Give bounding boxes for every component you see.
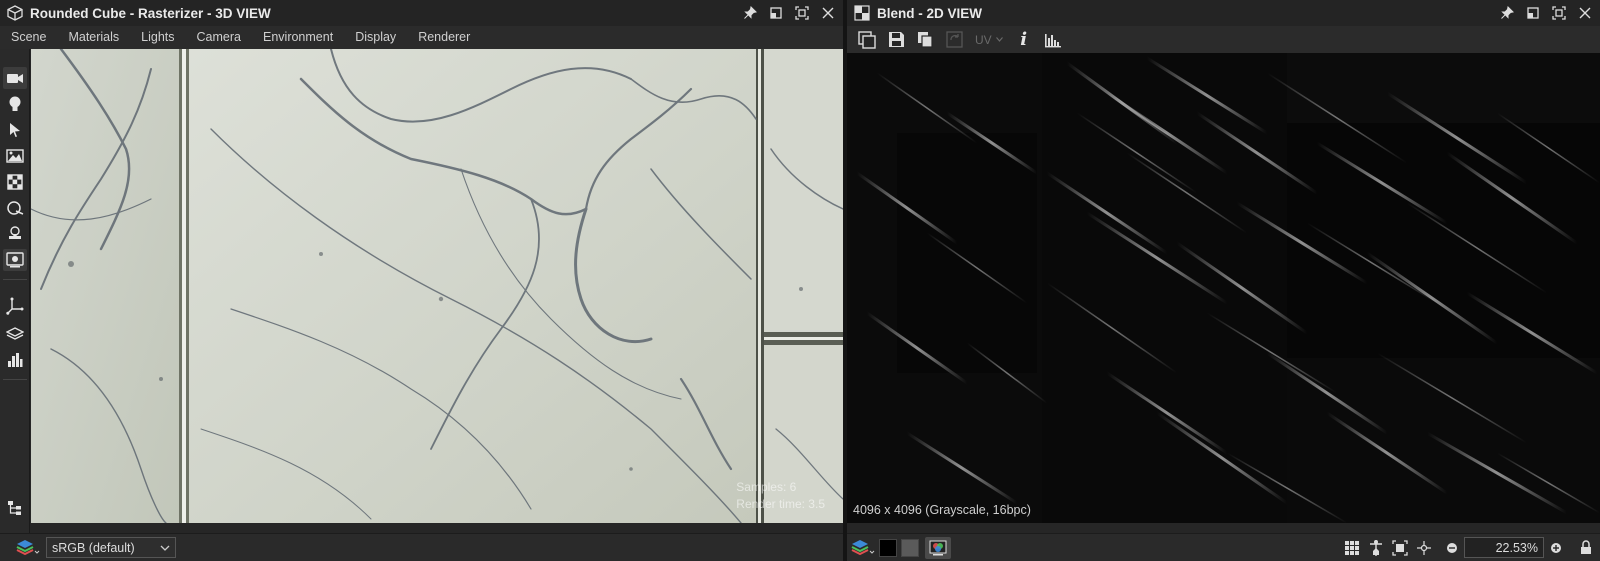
2d-view-titlebar[interactable]: Blend - 2D VIEW (847, 0, 1600, 26)
2d-view-toolbar: UV i (847, 26, 1600, 53)
restore-icon[interactable] (767, 4, 785, 22)
refresh-image-icon (942, 29, 966, 51)
checker-icon (854, 5, 870, 21)
gray-swatch[interactable] (901, 538, 919, 557)
menu-renderer[interactable]: Renderer (407, 26, 481, 49)
3d-view-statusbar: sRGB (default) (0, 533, 843, 561)
save-icon[interactable] (884, 29, 908, 51)
blend-texture-image (847, 53, 1600, 523)
menu-camera[interactable]: Camera (186, 26, 252, 49)
zoom-level-value: 22.53% (1495, 540, 1538, 555)
2d-viewport[interactable]: 4096 x 4096 (Grayscale, 16bpc) (847, 53, 1600, 523)
hierarchy-icon[interactable] (3, 497, 27, 519)
restore-icon[interactable] (1524, 4, 1542, 22)
image-info-text: 4096 x 4096 (Grayscale, 16bpc) (853, 503, 1031, 517)
maximize-icon[interactable] (1550, 4, 1568, 22)
select-arrow-icon[interactable] (3, 119, 27, 141)
layers-icon[interactable] (3, 323, 27, 345)
info-label: i (1020, 29, 1028, 50)
black-swatch[interactable] (879, 538, 897, 557)
material-sphere-icon[interactable] (3, 197, 27, 219)
fit-view-icon[interactable] (1388, 537, 1412, 559)
menu-environment[interactable]: Environment (252, 26, 344, 49)
axis-icon[interactable] (3, 295, 27, 317)
menu-materials[interactable]: Materials (57, 26, 130, 49)
color-channels-icon[interactable] (925, 536, 951, 559)
lock-icon[interactable] (1574, 537, 1598, 559)
layers-stack-icon[interactable] (16, 539, 40, 557)
chevron-down-icon (160, 545, 170, 551)
pin-icon[interactable] (741, 4, 759, 22)
camera-icon[interactable] (3, 67, 27, 89)
3d-view-title: Rounded Cube - Rasterizer - 3D VIEW (30, 5, 271, 21)
menu-display[interactable]: Display (344, 26, 407, 49)
zoom-level-field[interactable]: 22.53% (1464, 537, 1544, 558)
close-icon[interactable] (819, 4, 837, 22)
center-view-icon[interactable] (1412, 537, 1436, 559)
chevron-down-icon (995, 37, 1003, 42)
menu-scene[interactable]: Scene (0, 26, 57, 49)
info-icon[interactable]: i (1012, 29, 1036, 51)
toolbar-divider (3, 279, 27, 280)
cube-icon (7, 5, 23, 21)
render-time-text: Render time: 3.5 (736, 497, 825, 511)
3d-view-titlebar[interactable]: Rounded Cube - Rasterizer - 3D VIEW (0, 0, 843, 26)
pin-icon[interactable] (1498, 4, 1516, 22)
texture-icon[interactable] (3, 171, 27, 193)
zoom-out-icon[interactable] (1440, 537, 1464, 559)
zoom-in-icon[interactable] (1544, 537, 1568, 559)
toolbar-divider (3, 379, 27, 380)
2d-view-title: Blend - 2D VIEW (877, 5, 983, 21)
layers-stack-icon[interactable] (851, 539, 875, 557)
3d-viewport[interactable]: Samples: 6 Render time: 3.5 (31, 49, 843, 523)
histogram-icon[interactable] (1041, 29, 1065, 51)
samples-text: Samples: 6 (736, 480, 797, 494)
environment-icon[interactable] (3, 145, 27, 167)
2d-view-panel: Blend - 2D VIEW UV i 4096 x 4096 (Graysc… (847, 0, 1600, 561)
close-icon[interactable] (1576, 4, 1594, 22)
export-icon[interactable] (855, 29, 879, 51)
light-icon[interactable] (3, 93, 27, 115)
3d-view-menubar: Scene Materials Lights Camera Environmen… (0, 26, 843, 49)
pixel-ruler-icon[interactable] (1364, 537, 1388, 559)
histogram-icon[interactable] (3, 349, 27, 371)
stamp-icon[interactable] (3, 223, 27, 245)
grid-icon[interactable] (1340, 537, 1364, 559)
3d-view-panel: Rounded Cube - Rasterizer - 3D VIEW Scen… (0, 0, 843, 561)
colorspace-select[interactable]: sRGB (default) (46, 537, 176, 558)
maximize-icon[interactable] (793, 4, 811, 22)
3d-view-toolbar (0, 49, 30, 533)
uv-dropdown: UV (971, 33, 1007, 47)
colorspace-value: sRGB (default) (52, 540, 135, 555)
menu-lights[interactable]: Lights (130, 26, 185, 49)
marble-render-image (31, 49, 843, 523)
copy-icon[interactable] (913, 29, 937, 51)
render-settings-icon[interactable] (3, 249, 27, 271)
2d-view-statusbar: 22.53% (847, 533, 1600, 561)
uv-label: UV (975, 32, 992, 47)
render-stats-overlay: Samples: 6 Render time: 3.5 (736, 479, 825, 513)
